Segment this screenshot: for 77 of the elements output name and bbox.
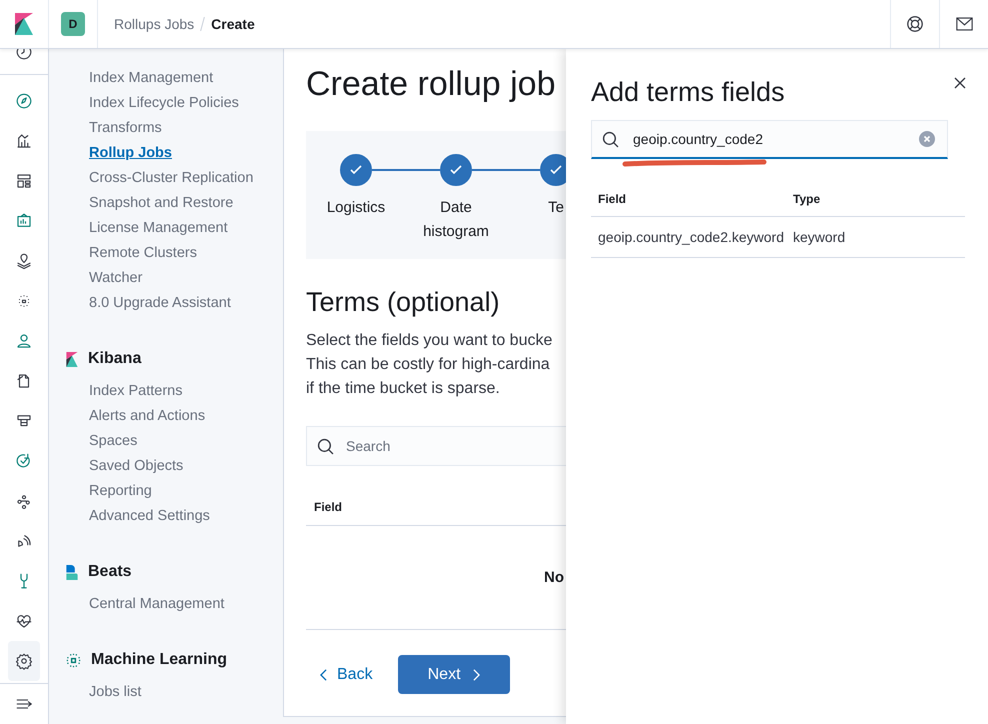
breadcrumb-link[interactable]: Create (211, 16, 255, 32)
table-row[interactable]: geoip.country_code2.keyword keyword (591, 217, 965, 258)
heartbeat-icon (15, 612, 33, 630)
map-pin-icon (15, 252, 33, 270)
page-title: Create rollup job (306, 64, 556, 105)
signal-icon (15, 532, 33, 550)
chevron-left-icon (320, 668, 327, 680)
section-heading: Kibana (88, 350, 142, 368)
breadcrumb-link[interactable]: Rollups Jobs (114, 16, 194, 32)
sidebar-link[interactable]: Index Management (89, 66, 214, 91)
dotted-circle-icon (66, 652, 81, 668)
chevron-right-icon (472, 668, 480, 680)
check-icon (450, 165, 462, 175)
step-label: Date histogram (422, 198, 490, 242)
section-title: Terms (optional) (306, 286, 501, 319)
sidebar-link[interactable]: Transforms (89, 116, 162, 141)
dashboard-icon (15, 172, 33, 190)
description-text: Select the fields you want to bucke (306, 331, 552, 351)
sidebar-link[interactable]: Rollup Jobs (89, 141, 172, 166)
step-label: Logistics (326, 198, 386, 218)
easel-icon (15, 212, 33, 230)
description-text: if the time bucket is sparse. (306, 379, 500, 399)
bar-chart-icon (15, 132, 33, 150)
sidebar-link[interactable]: License Management (89, 216, 228, 241)
logo-icon[interactable] (15, 13, 33, 35)
compass-icon (15, 92, 33, 110)
sidebar-link[interactable]: Advanced Settings (89, 504, 210, 529)
sidebar-link[interactable]: Spaces (89, 429, 138, 454)
sidebar-link[interactable]: Saved Objects (89, 454, 184, 479)
back-link[interactable]: Back (308, 655, 385, 694)
table-cell-text: geoip.country_code2.keyword (597, 228, 786, 247)
check-icon (350, 165, 362, 175)
sidebar-link[interactable]: Alerts and Actions (89, 404, 206, 429)
step-circle[interactable] (540, 154, 566, 186)
gear-icon (15, 652, 33, 670)
section-heading: Machine Learning (91, 651, 228, 669)
sidebar-link[interactable]: Index Patterns (89, 379, 182, 404)
step-circle[interactable] (440, 154, 472, 186)
search-input[interactable]: geoip.country_code2 (631, 130, 907, 148)
flyout-title: Add terms fields (591, 76, 785, 109)
search-icon (317, 438, 334, 454)
kibana-logo-icon (66, 352, 78, 366)
description-text: This can be costly for high-cardina (306, 355, 550, 375)
space-avatar[interactable]: D (61, 12, 85, 36)
clear-icon[interactable] (919, 131, 935, 147)
person-icon (15, 332, 33, 350)
search-field[interactable]: Search (306, 426, 566, 466)
column-header: Field (597, 190, 628, 208)
check-circle-icon (15, 452, 33, 470)
close-icon[interactable] (954, 77, 966, 89)
nodes-icon (15, 492, 33, 510)
step-label: Te (547, 198, 565, 218)
empty-message: No (544, 569, 564, 586)
beats-logo-icon (66, 564, 78, 580)
sidebar-link[interactable]: Snapshot and Restore (89, 191, 234, 216)
sidebar-link[interactable]: Central Management (89, 592, 224, 617)
step-circle[interactable] (340, 154, 372, 186)
sidebar-link[interactable]: Watcher (89, 266, 142, 291)
search-icon (602, 130, 619, 148)
sidebar-link[interactable]: Jobs list (89, 680, 142, 705)
collapse-menu-icon[interactable] (16, 698, 32, 710)
check-icon (550, 165, 562, 175)
sidebar-link[interactable]: 8.0 Upgrade Assistant (89, 291, 231, 316)
sidebar-link[interactable]: Cross-Cluster Replication (89, 166, 254, 191)
sidebar-link[interactable]: Reporting (89, 479, 152, 504)
nav-item[interactable] (8, 641, 40, 681)
next-button[interactable]: Next (398, 655, 510, 694)
column-header: Field (314, 500, 342, 514)
search-input[interactable]: Search (344, 437, 566, 455)
sidebar-link[interactable]: Index Lifecycle Policies (89, 91, 239, 116)
table-cell-text: keyword (792, 228, 846, 247)
help-icon[interactable] (906, 15, 924, 33)
search-field[interactable]: geoip.country_code2 (591, 120, 948, 159)
section-heading: Beats (88, 563, 132, 581)
mail-icon[interactable] (956, 17, 972, 31)
sidebar-link[interactable]: Remote Clusters (89, 241, 197, 266)
column-header: Type (792, 190, 822, 208)
